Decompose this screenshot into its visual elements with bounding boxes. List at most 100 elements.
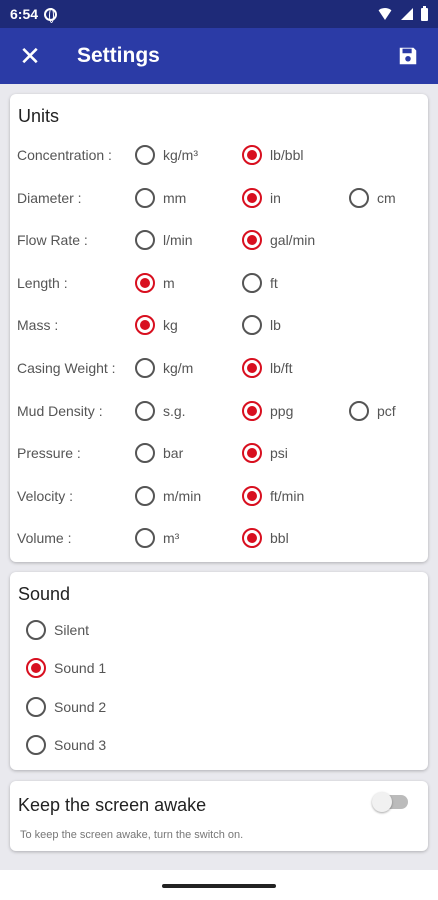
unit-row: Concentration : kg/m³ lb/bbl bbox=[10, 140, 428, 170]
radio-button[interactable] bbox=[349, 187, 369, 208]
unit-option-label: ft/min bbox=[270, 487, 305, 504]
radio-button[interactable] bbox=[135, 187, 155, 208]
close-icon: ✕ bbox=[19, 40, 41, 71]
sound-option-label: Sound 2 bbox=[54, 698, 107, 715]
radio-button[interactable] bbox=[135, 230, 155, 251]
sound-option[interactable]: Sound 2 bbox=[26, 696, 107, 717]
unit-option[interactable]: kg/m bbox=[135, 358, 193, 378]
battery-icon bbox=[421, 5, 428, 21]
unit-option[interactable]: ppg bbox=[242, 400, 293, 421]
keep-awake-description: To keep the screen awake, turn the switc… bbox=[20, 829, 244, 841]
unit-option[interactable]: mm bbox=[135, 187, 186, 208]
unit-label: Flow Rate : bbox=[17, 232, 88, 249]
unit-option[interactable]: pcf bbox=[349, 400, 396, 421]
radio-button[interactable] bbox=[242, 485, 262, 506]
keep-awake-card: Keep the screen awake To keep the screen… bbox=[10, 781, 428, 851]
wifi-icon bbox=[377, 8, 393, 20]
unit-option-label: bar bbox=[163, 445, 184, 462]
page-title: Settings bbox=[77, 44, 160, 67]
radio-button[interactable] bbox=[26, 696, 46, 717]
radio-button[interactable] bbox=[135, 315, 155, 336]
unit-option[interactable]: gal/min bbox=[242, 230, 316, 251]
unit-option[interactable]: l/min bbox=[135, 230, 193, 251]
radio-button[interactable] bbox=[135, 400, 155, 421]
unit-option-label: kg/m bbox=[163, 360, 194, 376]
unit-option[interactable]: ft bbox=[242, 272, 278, 293]
radio-button[interactable] bbox=[26, 620, 46, 640]
unit-label: Mud Density : bbox=[17, 402, 103, 419]
unit-option[interactable]: lb bbox=[242, 315, 281, 336]
unit-option-label: gal/min bbox=[270, 232, 316, 249]
unit-option-label: m/min bbox=[163, 487, 202, 504]
unit-option[interactable]: m³ bbox=[135, 528, 179, 549]
sound-option[interactable]: Sound 1 bbox=[26, 658, 107, 679]
unit-option[interactable]: ft/min bbox=[242, 485, 305, 506]
unit-row: Casing Weight : kg/m lb/ft bbox=[10, 353, 428, 383]
unit-option-label: in bbox=[270, 189, 281, 206]
sound-option[interactable]: Sound 3 bbox=[26, 734, 106, 755]
radio-button[interactable] bbox=[242, 443, 262, 464]
unit-option[interactable]: bbl bbox=[242, 528, 289, 549]
unit-option[interactable]: m/min bbox=[135, 485, 202, 506]
sound-title: Sound bbox=[18, 584, 71, 604]
radio-button[interactable] bbox=[242, 187, 262, 208]
close-button[interactable]: ✕ bbox=[0, 28, 60, 84]
unit-option[interactable]: cm bbox=[349, 187, 396, 208]
unit-option-label: lb/ft bbox=[270, 360, 293, 376]
radio-button[interactable] bbox=[26, 734, 46, 755]
unit-label: Mass : bbox=[17, 317, 59, 334]
radio-button[interactable] bbox=[242, 272, 262, 293]
save-button[interactable] bbox=[378, 28, 438, 84]
radio-button[interactable] bbox=[242, 358, 262, 378]
radio-button[interactable] bbox=[135, 358, 155, 378]
home-indicator[interactable] bbox=[162, 884, 276, 888]
radio-button[interactable] bbox=[242, 528, 262, 549]
radio-button[interactable] bbox=[135, 145, 155, 165]
unit-row: Diameter : mm in cm bbox=[10, 183, 428, 213]
navigation-bar bbox=[0, 870, 438, 900]
unit-option-label: kg bbox=[163, 317, 178, 334]
radio-button[interactable] bbox=[135, 443, 155, 464]
sound-option[interactable]: Silent bbox=[26, 620, 89, 640]
unit-option[interactable]: bar bbox=[135, 443, 184, 464]
unit-row: Velocity : m/min ft/min bbox=[10, 481, 428, 511]
radio-button[interactable] bbox=[349, 400, 369, 421]
unit-option[interactable]: kg bbox=[135, 315, 178, 336]
unit-option[interactable]: lb/ft bbox=[242, 358, 293, 378]
unit-label: Length : bbox=[17, 274, 68, 291]
radio-button[interactable] bbox=[242, 145, 262, 165]
unit-option-label: psi bbox=[270, 445, 288, 462]
radio-button[interactable] bbox=[242, 230, 262, 251]
status-time: 6:54 bbox=[10, 6, 39, 22]
unit-option[interactable]: psi bbox=[242, 443, 288, 464]
radio-button[interactable] bbox=[135, 528, 155, 549]
unit-option[interactable]: in bbox=[242, 187, 281, 208]
app-bar: ✕ Settings bbox=[0, 28, 438, 84]
units-title: Units bbox=[18, 106, 60, 126]
unit-row: Mud Density : s.g. ppg pcf bbox=[10, 396, 428, 426]
sound-option-label: Sound 1 bbox=[54, 660, 107, 677]
radio-button[interactable] bbox=[26, 658, 46, 679]
switch-knob bbox=[372, 792, 392, 812]
unit-option-label: cm bbox=[377, 189, 396, 206]
unit-label: Volume : bbox=[17, 530, 72, 547]
unit-label: Velocity : bbox=[17, 487, 74, 504]
sound-option-label: Silent bbox=[54, 622, 90, 638]
keep-awake-switch[interactable] bbox=[372, 792, 408, 812]
unit-option-label: m bbox=[163, 274, 175, 291]
globe-icon bbox=[44, 7, 58, 23]
unit-option[interactable]: lb/bbl bbox=[242, 145, 303, 165]
radio-button[interactable] bbox=[242, 315, 262, 336]
radio-button[interactable] bbox=[135, 272, 155, 293]
unit-option-label: bbl bbox=[270, 530, 289, 547]
unit-option[interactable]: kg/m³ bbox=[135, 145, 198, 165]
keep-awake-title: Keep the screen awake bbox=[18, 795, 207, 815]
unit-row: Mass : kg lb bbox=[10, 310, 428, 340]
radio-button[interactable] bbox=[242, 400, 262, 421]
radio-button[interactable] bbox=[135, 485, 155, 506]
unit-option[interactable]: m bbox=[135, 272, 175, 293]
unit-option[interactable]: s.g. bbox=[135, 400, 186, 421]
unit-option-label: kg/m³ bbox=[163, 147, 198, 163]
sound-card: Sound Silent Sound 1 Sound 2 Sound 3 bbox=[10, 572, 428, 770]
units-card: Units Concentration : kg/m³ lb/bbl Diameter… bbox=[10, 94, 428, 562]
